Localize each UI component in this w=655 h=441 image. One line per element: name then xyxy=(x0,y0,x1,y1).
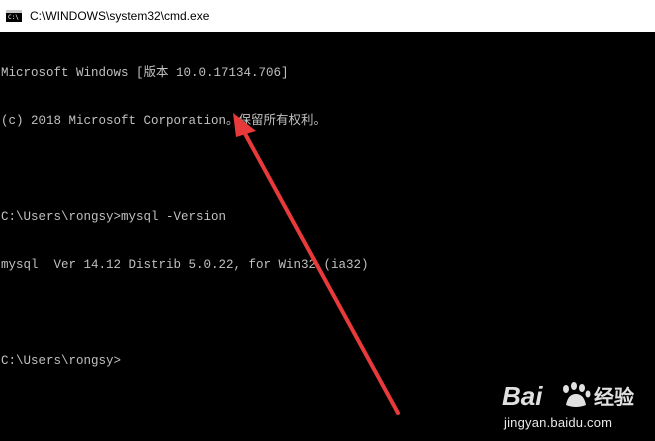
console-line: Microsoft Windows [版本 10.0.17134.706] xyxy=(1,66,289,80)
console-output[interactable]: Microsoft Windows [版本 10.0.17134.706] (c… xyxy=(1,33,651,433)
paw-icon xyxy=(563,382,591,407)
window-title: C:\WINDOWS\system32\cmd.exe xyxy=(30,9,210,23)
watermark-url: jingyan.baidu.com xyxy=(504,415,613,430)
console-line: (c) 2018 Microsoft Corporation。保留所有权利。 xyxy=(1,114,327,128)
cmd-window: C:\ C:\WINDOWS\system32\cmd.exe Microsof… xyxy=(0,0,655,441)
console-prompt: C:\Users\rongsy> xyxy=(1,354,122,368)
baidu-logo: Bai 经验 xyxy=(502,381,634,411)
title-bar[interactable]: C:\ C:\WINDOWS\system32\cmd.exe xyxy=(0,0,655,32)
console-line: mysql Ver 14.12 Distrib 5.0.22, for Win3… xyxy=(1,258,369,272)
jingyan-wordmark: 经验 xyxy=(594,385,634,409)
baidu-jingyan-watermark: Bai 经验 jingyan.baidu.com xyxy=(502,379,647,437)
console-line: C:\Users\rongsy>mysql -Version xyxy=(1,210,227,224)
cmd-icon-text: C:\ xyxy=(8,13,19,21)
baidu-wordmark: Bai xyxy=(502,381,543,411)
cmd-app-icon: C:\ xyxy=(6,10,22,22)
